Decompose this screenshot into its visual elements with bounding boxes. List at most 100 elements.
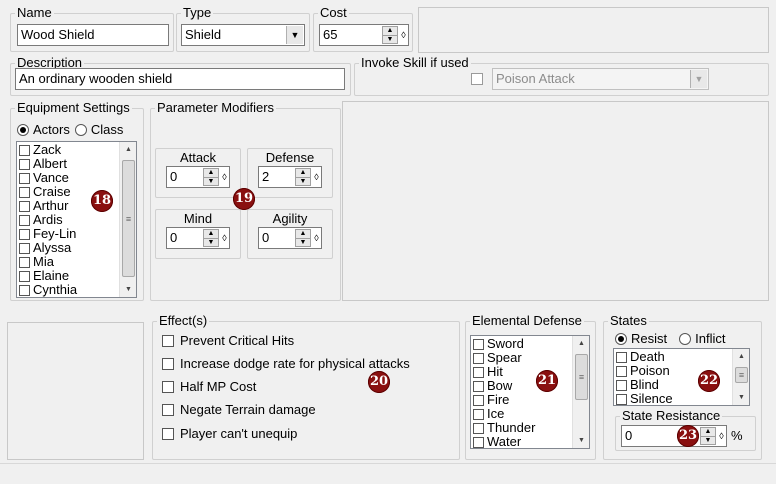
checkbox-icon[interactable] <box>19 214 30 226</box>
scroll-thumb[interactable]: ≡ <box>735 367 748 383</box>
checkbox-icon[interactable] <box>616 393 627 405</box>
element-row[interactable]: Thunder <box>473 421 535 435</box>
checkbox-icon[interactable] <box>162 334 174 347</box>
state-resistance-input[interactable]: 0 ▲ ▼ ◊ <box>621 425 727 447</box>
radio-actors-label[interactable]: Actors <box>33 122 70 137</box>
bottom-divider <box>0 463 776 464</box>
checkbox-icon[interactable] <box>19 242 30 254</box>
scroll-thumb[interactable]: ≡ <box>122 160 135 277</box>
chevron-down-icon[interactable]: ▼ <box>690 70 707 88</box>
checkbox-icon[interactable] <box>162 357 174 370</box>
checkbox-icon[interactable] <box>19 186 30 198</box>
element-row[interactable]: Water <box>473 435 535 448</box>
states-scrollbar[interactable]: ▲ ≡ ▼ <box>732 349 749 405</box>
element-row[interactable]: Ice <box>473 407 535 421</box>
effect-checkbox-row[interactable]: Negate Terrain damage <box>162 402 316 417</box>
checkbox-icon[interactable] <box>473 408 484 420</box>
cost-input[interactable]: 65 ▲ ▼ ◊ <box>319 24 409 46</box>
state-row[interactable]: Blind <box>616 378 673 392</box>
actor-row[interactable]: Ardis <box>19 213 77 227</box>
element-row[interactable]: Hit <box>473 365 535 379</box>
checkbox-icon[interactable] <box>19 200 30 212</box>
actor-row[interactable]: Mia <box>19 255 77 269</box>
elemental-scrollbar[interactable]: ▲ ≡ ▼ <box>572 336 589 448</box>
agility-input[interactable]: 0 ▲ ▼ ◊ <box>258 227 322 249</box>
checkbox-icon[interactable] <box>19 256 30 268</box>
actor-row[interactable]: Arthur <box>19 199 77 213</box>
checkbox-icon[interactable] <box>162 427 174 440</box>
scroll-up-icon[interactable]: ▲ <box>733 349 749 364</box>
element-row[interactable]: Bow <box>473 379 535 393</box>
checkbox-icon[interactable] <box>616 351 627 363</box>
effect-checkbox-row[interactable]: Player can't unequip <box>162 426 297 441</box>
radio-inflict-label[interactable]: Inflict <box>695 331 725 346</box>
state-row[interactable]: Poison <box>616 364 673 378</box>
checkbox-icon[interactable] <box>473 394 484 406</box>
scroll-down-icon[interactable]: ▼ <box>573 433 589 448</box>
defense-input[interactable]: 2 ▲ ▼ ◊ <box>258 166 322 188</box>
checkbox-icon[interactable] <box>473 352 484 364</box>
checkbox-icon[interactable] <box>19 158 30 170</box>
scroll-down-icon[interactable]: ▼ <box>733 390 749 405</box>
actor-row[interactable]: Zack <box>19 143 77 157</box>
actor-row[interactable]: Elaine <box>19 269 77 283</box>
type-select[interactable]: Shield ▼ <box>181 24 305 46</box>
checkbox-icon[interactable] <box>19 284 30 296</box>
actor-row[interactable]: Vance <box>19 171 77 185</box>
checkbox-icon[interactable] <box>616 379 627 391</box>
attack-input[interactable]: 0 ▲ ▼ ◊ <box>166 166 230 188</box>
scroll-up-icon[interactable]: ▲ <box>573 336 589 351</box>
name-input[interactable]: Wood Shield <box>17 24 169 46</box>
spin-arrows-icon[interactable]: ▲ ▼ <box>295 229 311 247</box>
radio-class-icon[interactable] <box>74 123 87 136</box>
actor-row[interactable]: Craise <box>19 185 77 199</box>
checkbox-icon[interactable] <box>19 172 30 184</box>
scroll-thumb[interactable]: ≡ <box>575 354 588 400</box>
mind-input[interactable]: 0 ▲ ▼ ◊ <box>166 227 230 249</box>
spin-arrows-icon[interactable]: ▲ ▼ <box>203 168 219 186</box>
checkbox-icon[interactable] <box>473 436 484 448</box>
invoke-skill-checkbox[interactable] <box>471 73 483 85</box>
checkbox-icon[interactable] <box>162 403 174 416</box>
checkbox-icon[interactable] <box>473 366 484 378</box>
checkbox-icon[interactable] <box>19 228 30 240</box>
element-row[interactable]: Spear <box>473 351 535 365</box>
chevron-down-icon[interactable]: ▼ <box>286 26 303 44</box>
state-label: Silence <box>630 391 673 406</box>
elemental-list[interactable]: Sword Spear Hit Bow Fire Ice Thunder Water ▲ ≡ … <box>470 335 590 449</box>
checkbox-icon[interactable] <box>19 270 30 282</box>
checkbox-icon[interactable] <box>19 144 30 156</box>
actors-scrollbar[interactable]: ▲ ≡ ▼ <box>119 142 136 297</box>
radio-resist-label[interactable]: Resist <box>631 331 667 346</box>
actor-row[interactable]: Albert <box>19 157 77 171</box>
state-row[interactable]: Death <box>616 350 673 364</box>
effect-checkbox-row[interactable]: Increase dodge rate for physical attacks <box>162 356 410 371</box>
actor-row[interactable]: Fey-Lin <box>19 227 77 241</box>
actors-list[interactable]: Zack Albert Vance Craise Arthur Ardis Fey-Lin A… <box>16 141 137 298</box>
effect-checkbox-row[interactable]: Prevent Critical Hits <box>162 333 294 348</box>
actor-row[interactable]: Cynthia <box>19 283 77 297</box>
radio-actors-icon[interactable] <box>17 123 29 136</box>
radio-class-label[interactable]: Class <box>91 122 124 137</box>
radio-inflict-icon[interactable] <box>679 332 692 345</box>
spin-arrows-icon[interactable]: ▲ ▼ <box>203 229 219 247</box>
scroll-up-icon[interactable]: ▲ <box>120 142 136 157</box>
states-list[interactable]: Death Poison Blind Silence ▲ ≡ ▼ <box>613 348 750 406</box>
radio-resist-icon[interactable] <box>615 332 627 345</box>
spin-arrows-icon[interactable]: ▲ ▼ <box>295 168 311 186</box>
effect-checkbox-row[interactable]: Half MP Cost <box>162 379 256 394</box>
element-row[interactable]: Sword <box>473 337 535 351</box>
element-row[interactable]: Fire <box>473 393 535 407</box>
checkbox-icon[interactable] <box>473 338 484 350</box>
spin-arrows-icon[interactable]: ▲ ▼ <box>700 427 716 445</box>
invoke-skill-select[interactable]: Poison Attack ▼ <box>492 68 709 90</box>
checkbox-icon[interactable] <box>473 422 484 434</box>
spin-arrows-icon[interactable]: ▲ ▼ <box>382 26 398 44</box>
actor-row[interactable]: Alyssa <box>19 241 77 255</box>
checkbox-icon[interactable] <box>473 380 484 392</box>
description-input[interactable]: An ordinary wooden shield <box>15 68 345 90</box>
checkbox-icon[interactable] <box>616 365 627 377</box>
scroll-down-icon[interactable]: ▼ <box>120 282 136 297</box>
checkbox-icon[interactable] <box>162 380 174 393</box>
state-row[interactable]: Silence <box>616 391 673 406</box>
